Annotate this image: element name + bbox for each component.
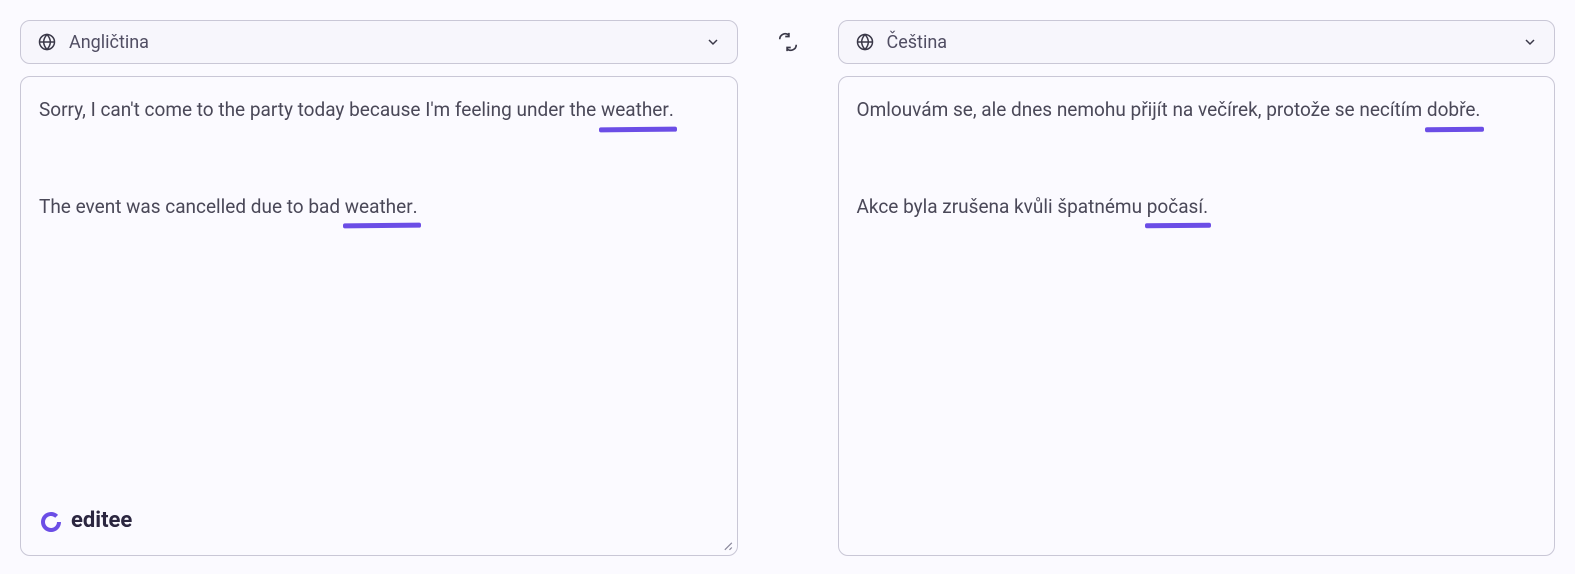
source-textarea[interactable]: Sorry, I can't come to the party today b… — [20, 76, 738, 556]
swap-languages-button[interactable] — [774, 28, 802, 56]
source-language-select[interactable]: Angličtina — [20, 20, 738, 64]
target-language-select[interactable]: Čeština — [838, 20, 1556, 64]
brand-name: editee — [71, 506, 132, 537]
globe-icon — [855, 32, 875, 52]
highlighted-word: weather — [601, 97, 669, 124]
highlighted-word: weather — [345, 194, 413, 221]
chevron-down-icon — [1522, 34, 1538, 50]
target-sentence-2: Akce byla zrušena kvůli špatnému počasí. — [857, 194, 1537, 221]
target-textarea[interactable]: Omlouvám se, ale dnes nemohu přijít na v… — [838, 76, 1556, 556]
target-sentence-1: Omlouvám se, ale dnes nemohu přijít na v… — [857, 97, 1537, 124]
source-panel: Angličtina Sorry, I can't come to the pa… — [20, 20, 738, 556]
brand-logo: editee — [39, 506, 132, 537]
highlighted-word: dobře — [1427, 97, 1476, 124]
editee-icon — [39, 510, 63, 534]
swap-icon — [777, 31, 799, 53]
target-language-label: Čeština — [887, 32, 948, 53]
chevron-down-icon — [705, 34, 721, 50]
globe-icon — [37, 32, 57, 52]
resize-handle-icon[interactable] — [719, 537, 733, 551]
source-language-label: Angličtina — [69, 32, 149, 53]
target-panel: Čeština Omlouvám se, ale dnes nemohu při… — [838, 20, 1556, 556]
source-sentence-2: The event was cancelled due to bad weath… — [39, 194, 719, 221]
source-sentence-1: Sorry, I can't come to the party today b… — [39, 97, 719, 124]
highlighted-word: počasí — [1147, 194, 1203, 221]
